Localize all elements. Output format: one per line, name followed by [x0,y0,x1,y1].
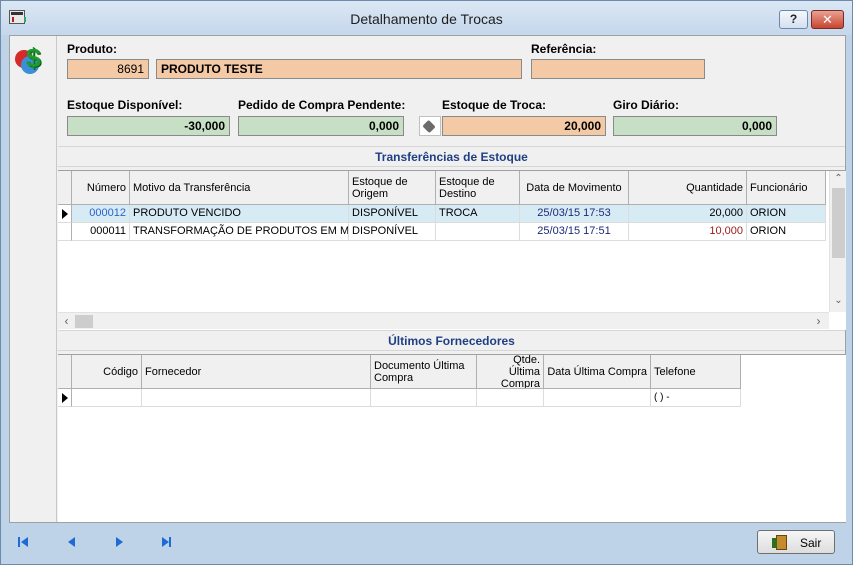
cell-destino [436,223,520,241]
produto-descricao-field[interactable]: PRODUTO TESTE [156,59,522,79]
exit-door-icon [772,535,787,550]
help-icon: ? [789,12,798,26]
row-indicator [58,223,72,241]
cell-qtde [477,389,544,407]
window-title: Detalhamento de Trocas [350,11,503,27]
search-dot-icon[interactable] [419,116,441,136]
cell-numero: 000011 [72,223,130,241]
sair-button[interactable]: Sair [757,530,835,554]
col-fornecedor[interactable]: Fornecedor [142,355,371,389]
cell-fornecedor [142,389,371,407]
scroll-up-icon[interactable]: ⌃ [830,173,847,184]
col-data[interactable]: Data de Movimento [520,171,629,205]
row-indicator [58,389,72,407]
cell-origem: DISPONÍVEL [349,223,436,241]
estoque-disponivel-label: Estoque Disponível: [67,98,183,112]
col-origem[interactable]: Estoque de Origem [349,171,436,205]
col-quantidade[interactable]: Quantidade [629,171,747,205]
header-indicator [58,171,72,205]
client-area: $ Produto: 8691 PRODUTO TESTE Referência… [9,35,846,523]
cell-numero: 000012 [72,205,130,223]
cell-telefone: ( ) - [651,389,741,407]
fornecedores-header: Código Fornecedor Documento Última Compr… [58,355,741,389]
table-row[interactable]: ( ) - [58,389,741,407]
row-indicator [58,205,72,223]
referencia-field[interactable] [531,59,705,79]
header-indicator [58,355,72,389]
cell-data: 25/03/15 17:51 [520,223,629,241]
cell-origem: DISPONÍVEL [349,205,436,223]
next-record-icon[interactable] [111,535,127,549]
help-button[interactable]: ? [779,10,808,29]
title-bar: Detalhamento de Trocas ? ✕ [1,1,852,35]
hscroll-thumb[interactable] [75,315,93,328]
close-icon: ✕ [822,12,833,27]
giro-diario-label: Giro Diário: [613,98,680,112]
prev-record-icon[interactable] [64,535,80,549]
cell-destino: TROCA [436,205,520,223]
scroll-right-icon[interactable]: › [810,314,827,328]
col-telefone[interactable]: Telefone [651,355,741,389]
transferencias-hscroll[interactable]: ‹ › [58,312,829,329]
estoque-troca-field[interactable]: 20,000 [442,116,606,136]
estoque-troca-label: Estoque de Troca: [442,98,547,112]
transferencias-title: Transferências de Estoque [58,146,845,167]
giro-diario-field[interactable]: 0,000 [613,116,777,136]
cell-funcionario: ORION [747,205,826,223]
produto-label: Produto: [67,42,117,56]
estoque-disponivel-field[interactable]: -30,000 [67,116,230,136]
cell-documento [371,389,477,407]
cell-funcionario: ORION [747,223,826,241]
col-destino[interactable]: Estoque de Destino [436,171,520,205]
table-row[interactable]: 000012 PRODUTO VENCIDO DISPONÍVEL TROCA … [58,205,826,223]
table-row[interactable]: 000011 TRANSFORMAÇÃO DE PRODUTOS EM MA D… [58,223,826,241]
first-record-icon[interactable] [16,535,32,549]
vscroll-thumb[interactable] [832,188,845,258]
transferencias-grid: Número Motivo da Transferência Estoque d… [58,170,846,330]
footer: Sair [1,524,852,564]
pedido-compra-label: Pedido de Compra Pendente: [238,98,406,112]
col-numero[interactable]: Número [72,171,130,205]
window: Detalhamento de Trocas ? ✕ $ Produto: 86… [0,0,853,565]
fornecedores-title: Últimos Fornecedores [58,330,845,351]
fornecedores-grid: Código Fornecedor Documento Última Compr… [58,354,846,522]
cell-motivo: PRODUTO VENCIDO [130,205,349,223]
cell-quantidade: 20,000 [629,205,747,223]
cell-quantidade: 10,000 [629,223,747,241]
left-strip: $ [10,36,57,522]
pedido-compra-field[interactable]: 0,000 [238,116,404,136]
produto-codigo-field[interactable]: 8691 [67,59,149,79]
money-icon: $ [15,43,45,74]
sair-label: Sair [800,536,822,550]
cell-data-ultima [544,389,651,407]
cell-data: 25/03/15 17:53 [520,205,629,223]
col-funcionario[interactable]: Funcionário [747,171,826,205]
col-motivo[interactable]: Motivo da Transferência [130,171,349,205]
transferencias-vscroll[interactable]: ⌃ ⌄ [829,171,846,312]
close-button[interactable]: ✕ [811,10,844,29]
col-data-ultima[interactable]: Data Última Compra [544,355,651,389]
col-qtde[interactable]: Qtde. Última Compra [477,355,544,389]
referencia-label: Referência: [531,42,597,56]
scroll-left-icon[interactable]: ‹ [58,314,75,328]
col-documento[interactable]: Documento Última Compra [371,355,477,389]
transferencias-header: Número Motivo da Transferência Estoque d… [58,171,826,205]
last-record-icon[interactable] [158,535,174,549]
scroll-down-icon[interactable]: ⌄ [830,295,847,306]
cell-motivo: TRANSFORMAÇÃO DE PRODUTOS EM MA [130,223,349,241]
col-codigo[interactable]: Código [72,355,142,389]
cell-codigo [72,389,142,407]
